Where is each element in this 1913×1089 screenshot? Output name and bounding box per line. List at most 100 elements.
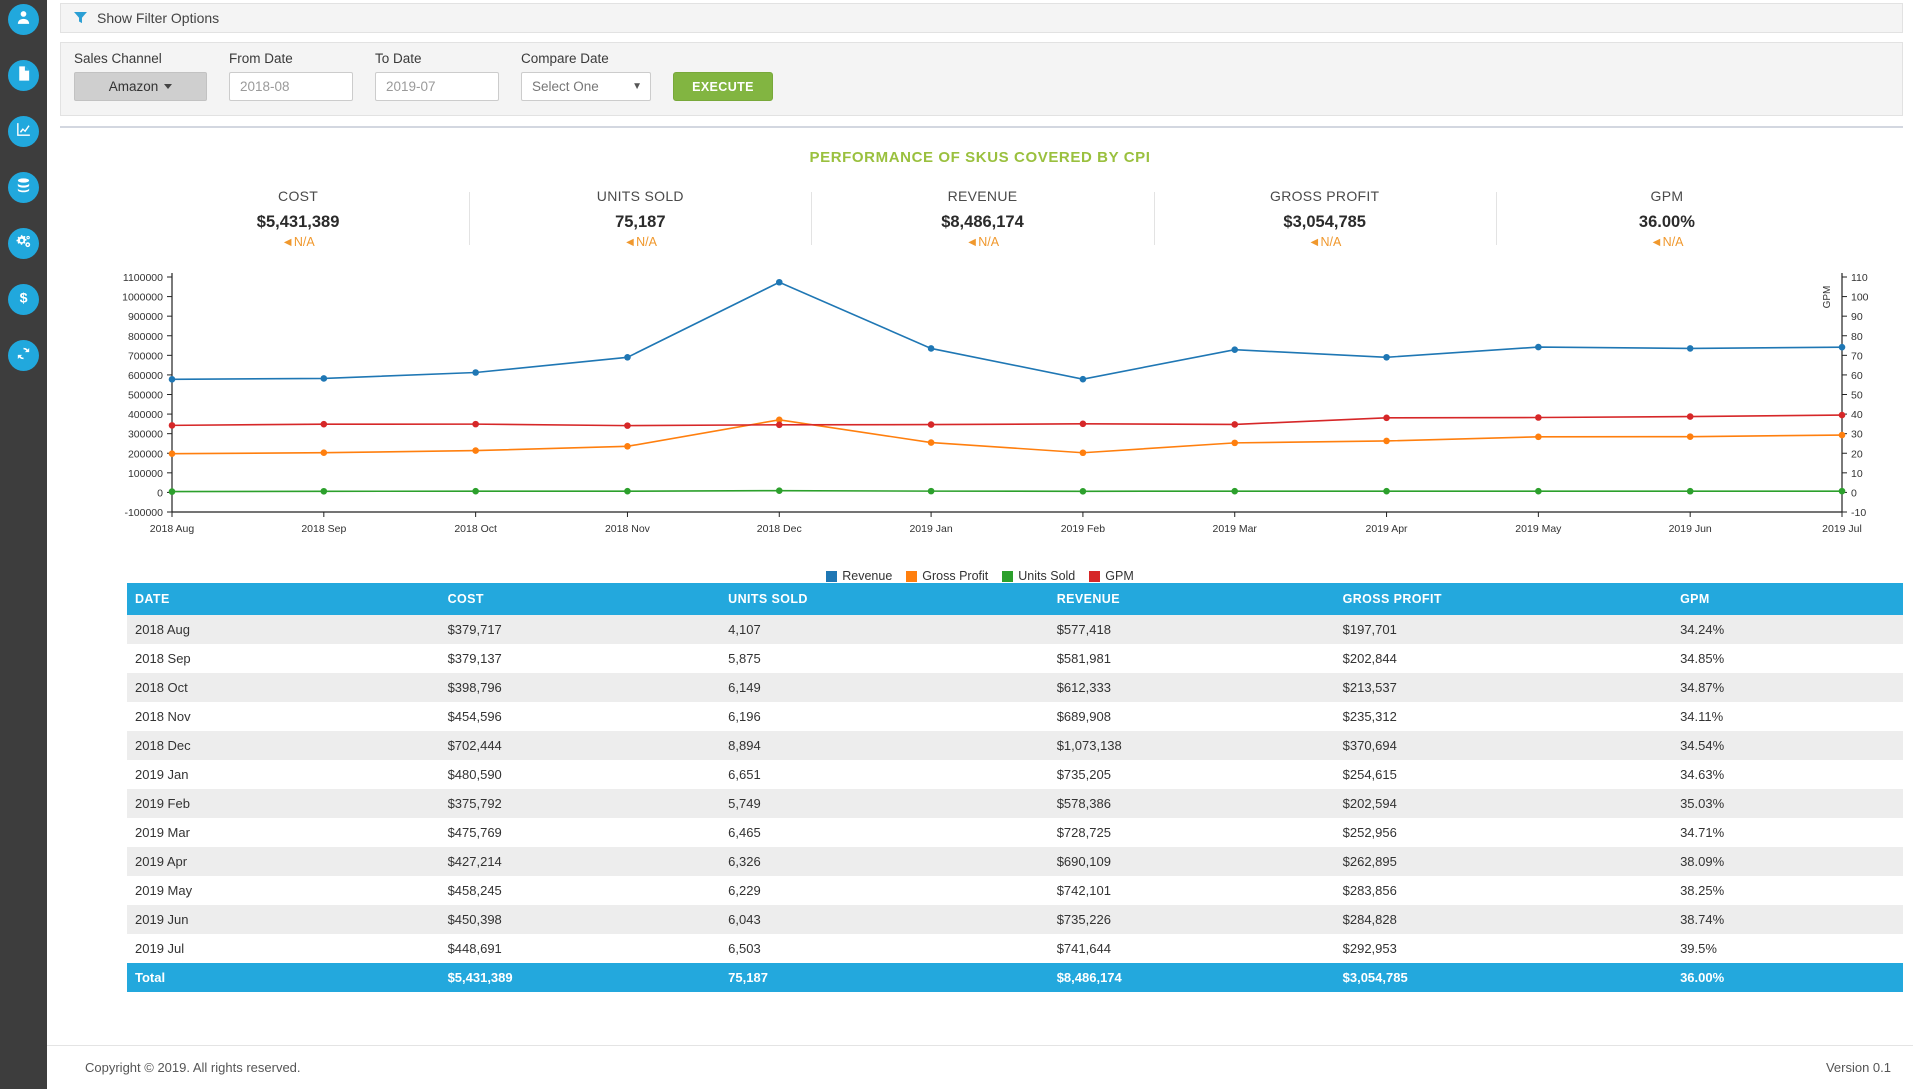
table-cell: $379,717 [447, 622, 502, 637]
sidebar-item-settings[interactable] [8, 228, 39, 259]
table-row[interactable]: 2019 Jan $480,590 6,651 $735,205 $254,615 34.… [127, 760, 1903, 789]
table-cell: $741,644 [1056, 941, 1111, 956]
table-cell: $578,386 [1056, 796, 1111, 811]
table-row[interactable]: 2018 Sep $379,137 5,875 $581,981 $202,844 34.… [127, 644, 1903, 673]
sidebar-item-documents[interactable] [8, 60, 39, 91]
table-cell: 39.5% [1680, 941, 1717, 956]
execute-button[interactable]: EXECUTE [673, 72, 773, 101]
show-filter-options-bar[interactable]: Show Filter Options [60, 3, 1903, 33]
svg-text:2018 Sep: 2018 Sep [301, 523, 346, 535]
section-divider [60, 126, 1903, 128]
table-cell: $252,956 [1342, 825, 1397, 840]
svg-text:400000: 400000 [128, 409, 163, 421]
main-content: Show Filter Options Sales Channel Amazon… [47, 0, 1913, 1089]
performance-table-wrap: DATE COST UNITS SOLD REVENUE GROSS PROFIT GPM… [127, 583, 1903, 992]
table-column-header[interactable]: REVENUE [1048, 583, 1335, 615]
compare-date-select[interactable]: Select One ▼ [521, 72, 651, 101]
svg-text:600000: 600000 [128, 370, 163, 382]
svg-text:40: 40 [1851, 409, 1863, 421]
table-row[interactable]: 2018 Aug $379,717 4,107 $577,418 $197,701 34.… [127, 615, 1903, 644]
table-cell: 34.11% [1680, 709, 1724, 724]
table-column-header[interactable]: GROSS PROFIT [1334, 583, 1673, 615]
performance-table: DATE COST UNITS SOLD REVENUE GROSS PROFIT GPM… [127, 583, 1903, 992]
legend-swatch-icon [826, 570, 838, 582]
legend-label: GPM [1105, 569, 1134, 583]
compare-date-label: Compare Date [521, 51, 609, 66]
table-column-header[interactable]: UNITS SOLD [720, 583, 1049, 615]
table-row[interactable]: 2019 Jul $448,691 6,503 $741,644 $292,953 39.… [127, 934, 1903, 963]
svg-text:10: 10 [1851, 468, 1863, 480]
legend-item[interactable]: GPM [1089, 569, 1134, 583]
kpi-revenue: REVENUE $8,486,174 ◄N/A [811, 188, 1153, 249]
table-cell: 6,651 [728, 767, 761, 782]
sidebar: $ [0, 0, 47, 1089]
from-date-field: From Date 2018-08 [229, 51, 353, 101]
table-cell: $197,701 [1342, 622, 1397, 637]
table-cell: $612,333 [1056, 680, 1111, 695]
sales-channel-dropdown[interactable]: Amazon [74, 72, 207, 101]
version-text: Version 0.1 [1825, 1060, 1891, 1075]
to-date-input[interactable]: 2019-07 [375, 72, 499, 101]
legend-label: Units Sold [1018, 569, 1076, 583]
page-title: PERFORMANCE OF SKUS COVERED BY CPI [809, 149, 1151, 166]
table-cell: $735,205 [1056, 767, 1111, 782]
table-cell: $202,594 [1342, 796, 1397, 811]
sales-channel-label: Sales Channel [74, 51, 162, 66]
table-row[interactable]: 2018 Nov $454,596 6,196 $689,908 $235,312 34.… [127, 702, 1903, 731]
table-column-header[interactable]: COST [439, 583, 721, 615]
table-row[interactable]: 2019 Jun $450,398 6,043 $735,226 $284,828 38.… [127, 905, 1903, 934]
table-total-cell: $3,054,785 [1334, 963, 1673, 992]
table-cell: $379,137 [447, 651, 502, 666]
table-cell: 2018 Nov [135, 709, 191, 724]
table-row[interactable]: 2018 Oct $398,796 6,149 $612,333 $213,537 34.… [127, 673, 1903, 702]
table-cell: $450,398 [447, 912, 502, 927]
table-cell: $581,981 [1056, 651, 1111, 666]
svg-text:80: 80 [1851, 331, 1863, 343]
table-cell: 34.71% [1680, 825, 1725, 840]
svg-text:50: 50 [1851, 390, 1863, 402]
sidebar-item-finance[interactable]: $ [8, 284, 39, 315]
legend-item[interactable]: Gross Profit [906, 569, 988, 583]
table-cell: $480,590 [447, 767, 502, 782]
svg-text:100000: 100000 [128, 468, 163, 480]
footer: Copyright © 2019. All rights reserved. V… [47, 1045, 1913, 1089]
svg-text:$: $ [20, 290, 28, 306]
svg-text:200000: 200000 [128, 448, 163, 460]
sidebar-item-analytics[interactable] [8, 116, 39, 147]
svg-text:110: 110 [1851, 272, 1868, 284]
svg-text:2019 Mar: 2019 Mar [1213, 523, 1258, 535]
table-cell: $283,856 [1342, 883, 1397, 898]
kpi-units-sold: UNITS SOLD 75,187 ◄N/A [469, 188, 811, 249]
kpi-delta: ◄N/A [965, 235, 1000, 249]
legend-item[interactable]: Units Sold [1002, 569, 1075, 583]
svg-text:2018 Aug: 2018 Aug [150, 523, 195, 535]
refresh-icon [15, 345, 32, 367]
table-cell: 34.63% [1680, 767, 1725, 782]
compare-date-value: Select One [532, 79, 599, 94]
table-row[interactable]: 2019 Apr $427,214 6,326 $690,109 $262,895 38.… [127, 847, 1903, 876]
table-total-cell: Total [127, 963, 440, 992]
to-date-field: To Date 2019-07 [375, 51, 499, 101]
filter-panel: Sales Channel Amazon From Date 2018-08 T… [60, 42, 1903, 116]
table-row[interactable]: 2019 May $458,245 6,229 $742,101 $283,856 38.… [127, 876, 1903, 905]
table-row[interactable]: 2019 Feb $375,792 5,749 $578,386 $202,594 35.… [127, 789, 1903, 818]
sidebar-item-sync[interactable] [8, 340, 39, 371]
to-date-label: To Date [375, 51, 422, 66]
table-row[interactable]: 2019 Mar $475,769 6,465 $728,725 $252,956 34.… [127, 818, 1903, 847]
dollar-icon: $ [15, 289, 32, 311]
svg-text:90: 90 [1851, 311, 1863, 323]
table-cell: 6,326 [728, 854, 761, 869]
from-date-input[interactable]: 2018-08 [229, 72, 353, 101]
table-column-header[interactable]: DATE [127, 583, 440, 615]
table-cell: 34.24% [1680, 622, 1725, 637]
table-cell: $213,537 [1342, 680, 1397, 695]
svg-text:2019 May: 2019 May [1515, 523, 1562, 535]
table-cell: 38.09% [1680, 854, 1725, 869]
table-row[interactable]: 2018 Dec $702,444 8,894 $1,073,138 $370,694 3… [127, 731, 1903, 760]
table-total-row: Total $5,431,389 75,187 $8,486,174 $3,054,78… [127, 963, 1903, 992]
table-column-header[interactable]: GPM [1672, 583, 1903, 615]
sidebar-item-user[interactable] [8, 4, 39, 35]
sidebar-item-database[interactable] [8, 172, 39, 203]
legend-item[interactable]: Revenue [826, 569, 892, 583]
table-cell: $702,444 [447, 738, 502, 753]
